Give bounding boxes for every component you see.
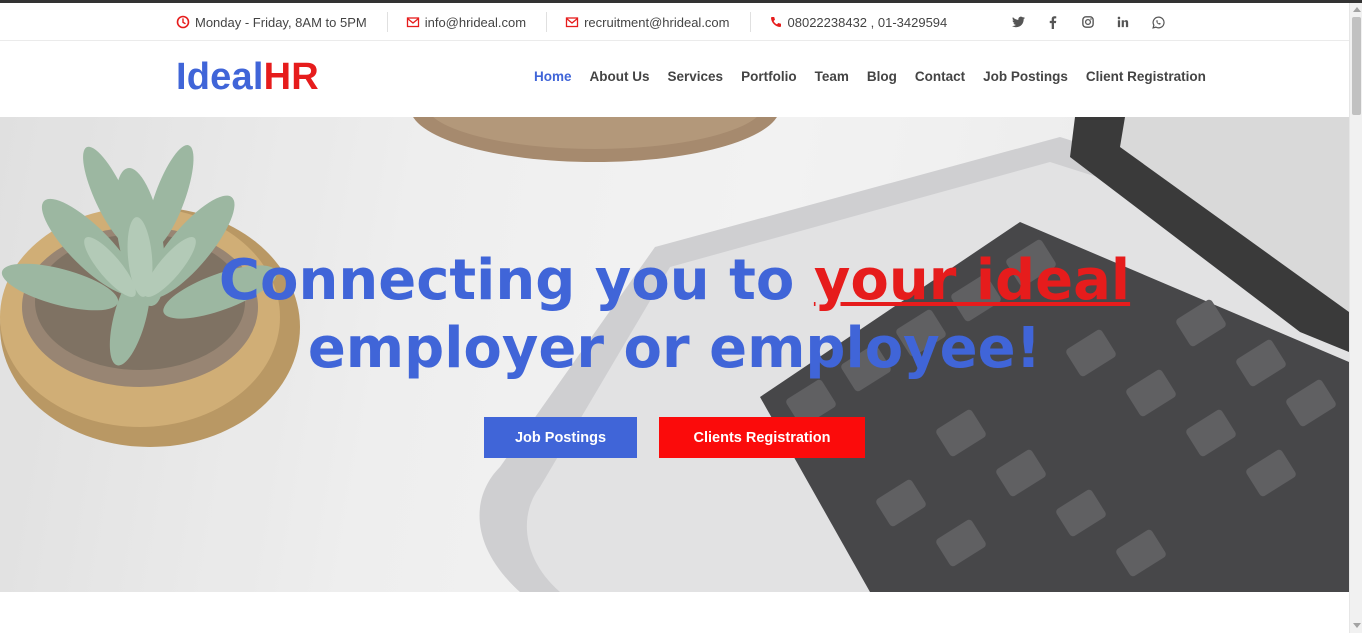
nav-contact[interactable]: Contact (915, 69, 965, 84)
logo-part-hr: HR (263, 56, 319, 98)
hero-section: Connecting you to your ideal employer or… (0, 117, 1349, 592)
logo-part-ideal: Ideal (176, 56, 264, 98)
nav-client-registration[interactable]: Client Registration (1086, 69, 1206, 84)
hero-headline-highlight: your ideal (813, 248, 1131, 313)
page-scrollbar[interactable] (1349, 3, 1362, 633)
instagram-icon[interactable] (1080, 14, 1096, 30)
nav-team[interactable]: Team (815, 69, 849, 84)
top-info-bar: Monday - Friday, 8AM to 5PM info@hrideal… (0, 3, 1349, 41)
hours-text: Monday - Friday, 8AM to 5PM (195, 14, 367, 30)
nav-blog[interactable]: Blog (867, 69, 897, 84)
hours-info: Monday - Friday, 8AM to 5PM (176, 12, 387, 32)
scroll-up-arrow-icon[interactable] (1353, 7, 1361, 12)
email-info[interactable]: info@hrideal.com (386, 12, 546, 32)
phone-info[interactable]: 08022238432 , 01-3429594 (749, 12, 968, 32)
nav-home[interactable]: Home (534, 69, 572, 84)
phone-number[interactable]: 08022238432 , 01-3429594 (788, 15, 948, 30)
recruitment-email-link[interactable]: recruitment@hrideal.com (584, 15, 729, 30)
nav-about-us[interactable]: About Us (590, 69, 650, 84)
nav-portfolio[interactable]: Portfolio (741, 69, 797, 84)
nav-services[interactable]: Services (668, 69, 724, 84)
clock-icon (176, 15, 190, 29)
site-header: IdealHR Home About Us Services Portfolio… (0, 42, 1349, 117)
clients-registration-button[interactable]: Clients Registration (659, 417, 865, 458)
site-logo[interactable]: IdealHR (176, 56, 319, 99)
envelope-icon (565, 17, 579, 28)
linkedin-icon[interactable] (1115, 14, 1131, 30)
social-links (1010, 3, 1185, 41)
phone-icon (770, 17, 781, 27)
whatsapp-icon[interactable] (1150, 14, 1166, 30)
hero-headline: Connecting you to your ideal employer or… (0, 247, 1349, 383)
hero-headline-part1: Connecting you to (218, 248, 814, 313)
facebook-icon[interactable] (1045, 14, 1061, 30)
scroll-thumb[interactable] (1352, 17, 1361, 115)
job-postings-button[interactable]: Job Postings (484, 417, 637, 458)
page: Monday - Friday, 8AM to 5PM info@hrideal… (0, 0, 1362, 633)
contact-info: Monday - Friday, 8AM to 5PM info@hrideal… (176, 3, 967, 41)
envelope-icon (406, 17, 419, 28)
page-content-below (0, 592, 1349, 633)
scroll-down-arrow-icon[interactable] (1353, 623, 1361, 628)
hero-headline-line2: employer or employee! (307, 316, 1042, 381)
main-nav: Home About Us Services Portfolio Team Bl… (525, 69, 1215, 84)
nav-job-postings[interactable]: Job Postings (983, 69, 1068, 84)
twitter-icon[interactable] (1010, 14, 1026, 30)
email-link[interactable]: info@hrideal.com (425, 15, 526, 30)
recruitment-email-info[interactable]: recruitment@hrideal.com (546, 12, 749, 32)
